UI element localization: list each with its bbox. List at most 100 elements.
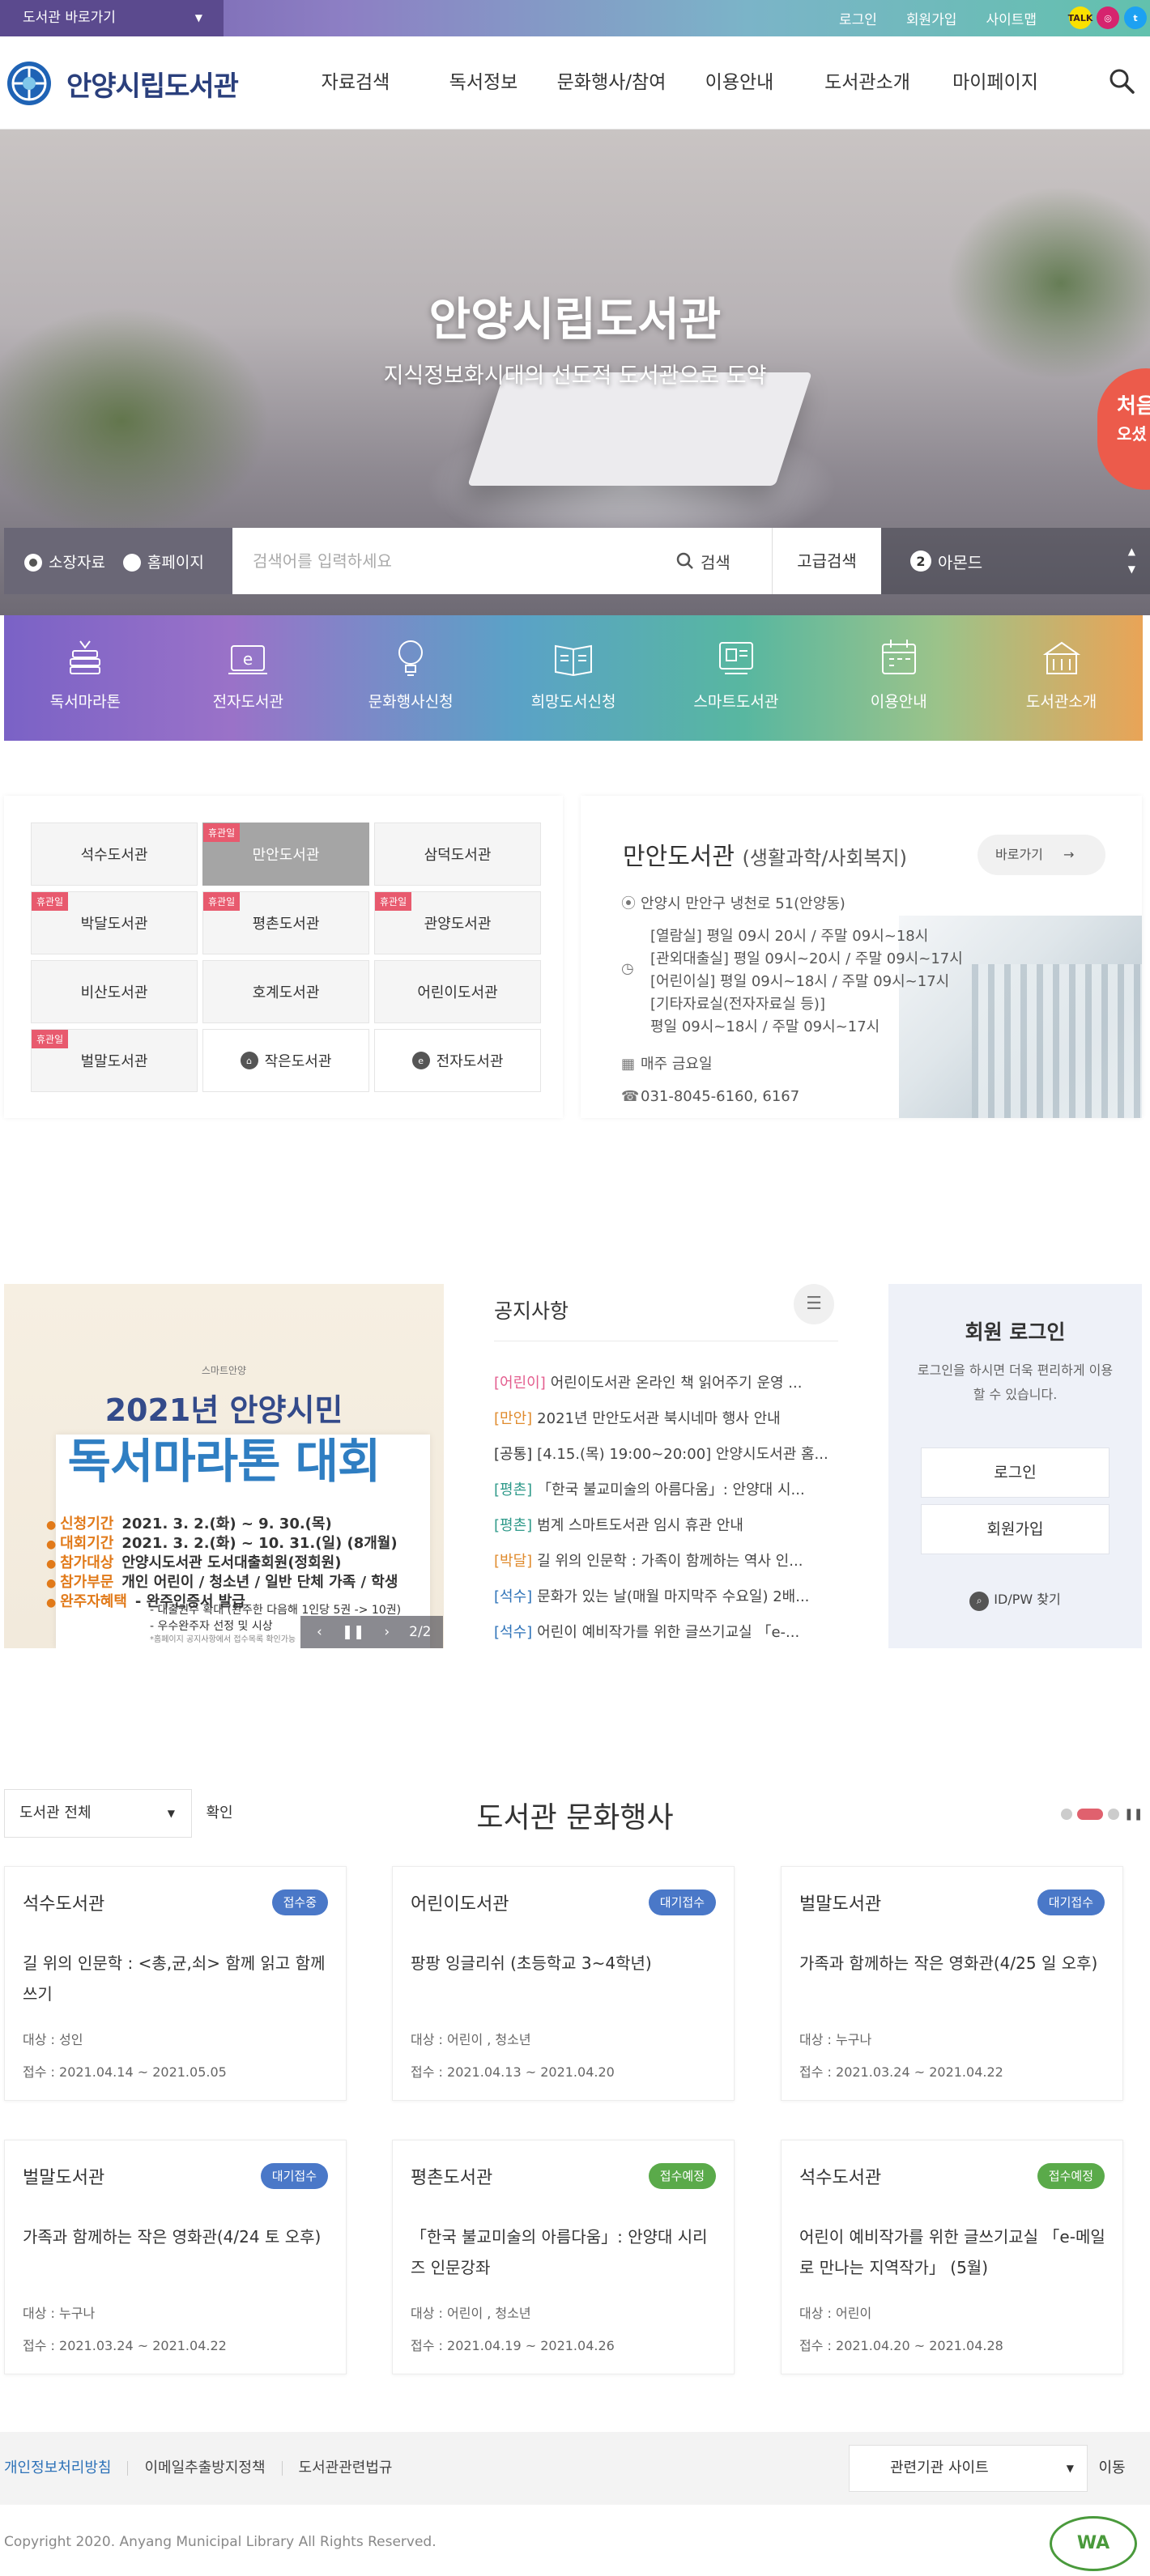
radio-homepage[interactable]: 홈페이지 xyxy=(122,550,204,572)
marathon-banner[interactable]: 스마트안양 2021년 안양시민 독서마라톤 대회 ● 신청기간 2021. 3.… xyxy=(4,1284,444,1648)
library-law-link[interactable]: 도서관관련법규 xyxy=(281,2461,409,2476)
library-button[interactable]: 휴관일 만안도서관 xyxy=(202,823,369,886)
sitemap-link[interactable]: 사이트맵 xyxy=(986,8,1037,28)
login-button[interactable]: 로그인 xyxy=(921,1447,1110,1498)
calendar-icon: ▦ xyxy=(621,1056,636,1073)
radio-collection[interactable]: 소장자료 xyxy=(24,550,105,572)
related-sites-go-button[interactable]: 이동 xyxy=(1088,2445,1136,2492)
event-target-value: 어린이 , 청소년 xyxy=(447,2032,531,2047)
event-target: 대상 : 누구나 xyxy=(799,2029,871,2048)
event-card[interactable]: 석수도서관 접수중 길 위의 인문학 : <총,균,쇠> 함께 읽고 함께 쓰기 대상… xyxy=(4,1866,347,2101)
event-date-prefix: 접수 : xyxy=(799,2338,837,2353)
quick-menu-open-book[interactable]: 희망도서신청 xyxy=(492,615,655,741)
find-id-pw-link[interactable]: ⌕ ID/PW 찾기 xyxy=(888,1588,1142,1611)
search-button[interactable]: 검색 xyxy=(676,528,772,594)
notice-item[interactable]: [어린이] 어린이도서관 온라인 책 읽어주기 운영 ... xyxy=(494,1371,838,1407)
quick-menu-book-stack[interactable]: 독서마라톤 xyxy=(4,615,167,741)
event-date-value: 2021.04.13 ~ 2021.04.20 xyxy=(447,2064,615,2080)
event-library: 석수도서관 xyxy=(23,1894,105,1915)
library-phone: ☎031-8045-6160, 6167 xyxy=(621,1086,799,1108)
event-card[interactable]: 벌말도서관 대기접수 가족과 함께하는 작은 영화관(4/24 토 오후) 대상 : … xyxy=(4,2140,347,2374)
library-button[interactable]: 호계도서관 xyxy=(202,960,369,1023)
banner-controls: ‹ ❚❚ › 2/2 xyxy=(300,1616,443,1648)
event-date-value: 2021.04.14 ~ 2021.05.05 xyxy=(59,2064,227,2080)
prev-icon[interactable]: ‹ xyxy=(317,1624,322,1640)
search-icon[interactable] xyxy=(1108,67,1135,95)
main-nav: 자료검색 독서정보 문화행사/참여 이용안내 도서관소개 마이페이지 xyxy=(292,36,1059,130)
pager-dot[interactable] xyxy=(1061,1809,1072,1820)
notice-list: [어린이] 어린이도서관 온라인 책 읽어주기 운영 ... [만안] 2021년 만… xyxy=(494,1371,838,1656)
library-button[interactable]: 비산도서관 xyxy=(31,960,198,1023)
phone-icon: ☎ xyxy=(621,1088,640,1105)
library-shortcut-select[interactable]: 도서관 바로가기 ▼ xyxy=(0,0,224,36)
pause-icon[interactable]: ❚❚ xyxy=(342,1624,365,1640)
login-link[interactable]: 로그인 xyxy=(839,8,877,28)
event-card[interactable]: 평촌도서관 접수예정 「한국 불교미술의 아름다움」: 안양대 시리즈 인문강좌 대상… xyxy=(392,2140,735,2374)
join-button[interactable]: 회원가입 xyxy=(921,1504,1110,1554)
event-date-value: 2021.03.24 ~ 2021.04.22 xyxy=(836,2064,1003,2080)
nav-mypage[interactable]: 마이페이지 xyxy=(931,36,1059,130)
quick-menu-lightbulb[interactable]: 문화행사신청 xyxy=(330,615,492,741)
quick-menu-e-book[interactable]: e 전자도서관 xyxy=(167,615,330,741)
related-sites-select[interactable]: 관련기관 사이트 ▼ xyxy=(849,2445,1088,2492)
instagram-icon[interactable]: ◎ xyxy=(1097,6,1119,29)
advanced-search-button[interactable]: 고급검색 xyxy=(772,528,881,594)
next-icon[interactable]: › xyxy=(384,1624,390,1640)
notice-item[interactable]: [평촌] 「한국 불교미술의 아름다움」: 안양대 시... xyxy=(494,1478,838,1514)
notice-item[interactable]: [박달] 길 위의 인문학 : 가족이 함께하는 역사 인... xyxy=(494,1549,838,1585)
library-name: 전자도서관 xyxy=(436,1053,504,1070)
library-button[interactable]: 휴관일 관양도서관 xyxy=(374,891,541,954)
notice-item[interactable]: [만안] 2021년 만안도서관 북시네마 행사 안내 xyxy=(494,1407,838,1443)
pager-dot-active[interactable] xyxy=(1077,1809,1103,1820)
nav-reading[interactable]: 독서정보 xyxy=(420,36,547,130)
notice-item[interactable]: [석수] 문화가 있는 날(매월 마지막주 수요일) 2배... xyxy=(494,1585,838,1621)
library-button[interactable]: 석수도서관 xyxy=(31,823,198,886)
library-button[interactable]: 삼덕도서관 xyxy=(374,823,541,886)
quick-menu-calendar[interactable]: 이용안내 xyxy=(817,615,980,741)
hours-line: [기타자료실(전자자료실 등)] xyxy=(650,996,825,1013)
join-link[interactable]: 회원가입 xyxy=(906,8,957,28)
closed-tag: 휴관일 xyxy=(32,892,69,911)
privacy-policy-link[interactable]: 개인정보처리방침 xyxy=(4,2461,127,2476)
nav-guide[interactable]: 이용안내 xyxy=(675,36,803,130)
logo-text[interactable]: 안양시립도서관 xyxy=(66,64,239,104)
library-name: 작은도서관 xyxy=(264,1053,332,1070)
chevron-down-icon: ▼ xyxy=(1066,2463,1074,2474)
library-button[interactable]: 휴관일 벌말도서관 xyxy=(31,1029,198,1092)
event-card[interactable]: 벌말도서관 대기접수 가족과 함께하는 작은 영화관(4/25 일 오후) 대상 : … xyxy=(781,1866,1123,2101)
chevron-down-icon: ▼ xyxy=(194,12,202,23)
library-button[interactable]: 어린이도서관 xyxy=(374,960,541,1023)
notice-item[interactable]: [평촌] 범계 스마트도서관 임시 휴관 안내 xyxy=(494,1514,838,1549)
quick-menu-smart-library[interactable]: 스마트도서관 xyxy=(654,615,817,741)
small-library-button[interactable]: ⌂ 작은도서관 xyxy=(202,1029,369,1092)
quick-menu-label: 문화행사신청 xyxy=(368,693,454,711)
library-name: 삼덕도서관 xyxy=(424,847,492,864)
library-logo-icon[interactable] xyxy=(5,59,53,108)
notice-more-icon[interactable]: ☰ xyxy=(794,1284,834,1324)
kakao-talk-icon[interactable]: TALK xyxy=(1068,6,1092,29)
quick-menu-library-building[interactable]: 도서관소개 xyxy=(980,615,1143,741)
popular-keyword-ticker[interactable]: 2 아몬드 ▲ ▼ xyxy=(881,528,1150,594)
library-go-button[interactable]: 바로가기 → xyxy=(978,835,1105,875)
banner-row-value: 2021. 3. 2.(화) ~ 10. 31.(일) (8개월) xyxy=(121,1535,398,1552)
ticker-updown-icon[interactable]: ▲ ▼ xyxy=(1128,542,1135,578)
pager-dot[interactable] xyxy=(1108,1809,1119,1820)
event-card[interactable]: 어린이도서관 대기접수 팡팡 잉글리쉬 (초등학교 3~4학년) 대상 : 어린이 ,… xyxy=(392,1866,735,2101)
event-card[interactable]: 석수도서관 접수예정 어린이 예비작가를 위한 글쓰기교실 「e-메일로 만나는 지… xyxy=(781,2140,1123,2374)
pause-icon[interactable]: ❚❚ xyxy=(1124,1808,1143,1821)
library-button[interactable]: 휴관일 평촌도서관 xyxy=(202,891,369,954)
badge-line2: 오셨 xyxy=(1117,424,1147,444)
nav-search[interactable]: 자료검색 xyxy=(292,36,420,130)
notice-text: 2021년 만안도서관 북시네마 행사 안내 xyxy=(537,1410,781,1427)
notice-item[interactable]: [석수] 어린이 예비작가를 위한 글쓰기교실 「e-... xyxy=(494,1621,838,1656)
nav-about[interactable]: 도서관소개 xyxy=(803,36,931,130)
event-target: 대상 : 어린이 xyxy=(799,2302,871,2322)
event-date-value: 2021.04.19 ~ 2021.04.26 xyxy=(447,2338,615,2353)
e-library-button[interactable]: e 전자도서관 xyxy=(374,1029,541,1092)
notice-item[interactable]: [공통] [4.15.(목) 19:00~20:00] 안양시도서관 홈... xyxy=(494,1443,838,1478)
library-button[interactable]: 휴관일 박달도서관 xyxy=(31,891,198,954)
email-policy-link[interactable]: 이메일추출방지정책 xyxy=(127,2461,281,2476)
event-title: 어린이 예비작가를 위한 글쓰기교실 「e-메일로 만나는 지역작가」 (5월) xyxy=(799,2227,1105,2277)
nav-culture[interactable]: 문화행사/참여 xyxy=(547,36,675,130)
twitter-icon[interactable]: t xyxy=(1124,6,1147,29)
